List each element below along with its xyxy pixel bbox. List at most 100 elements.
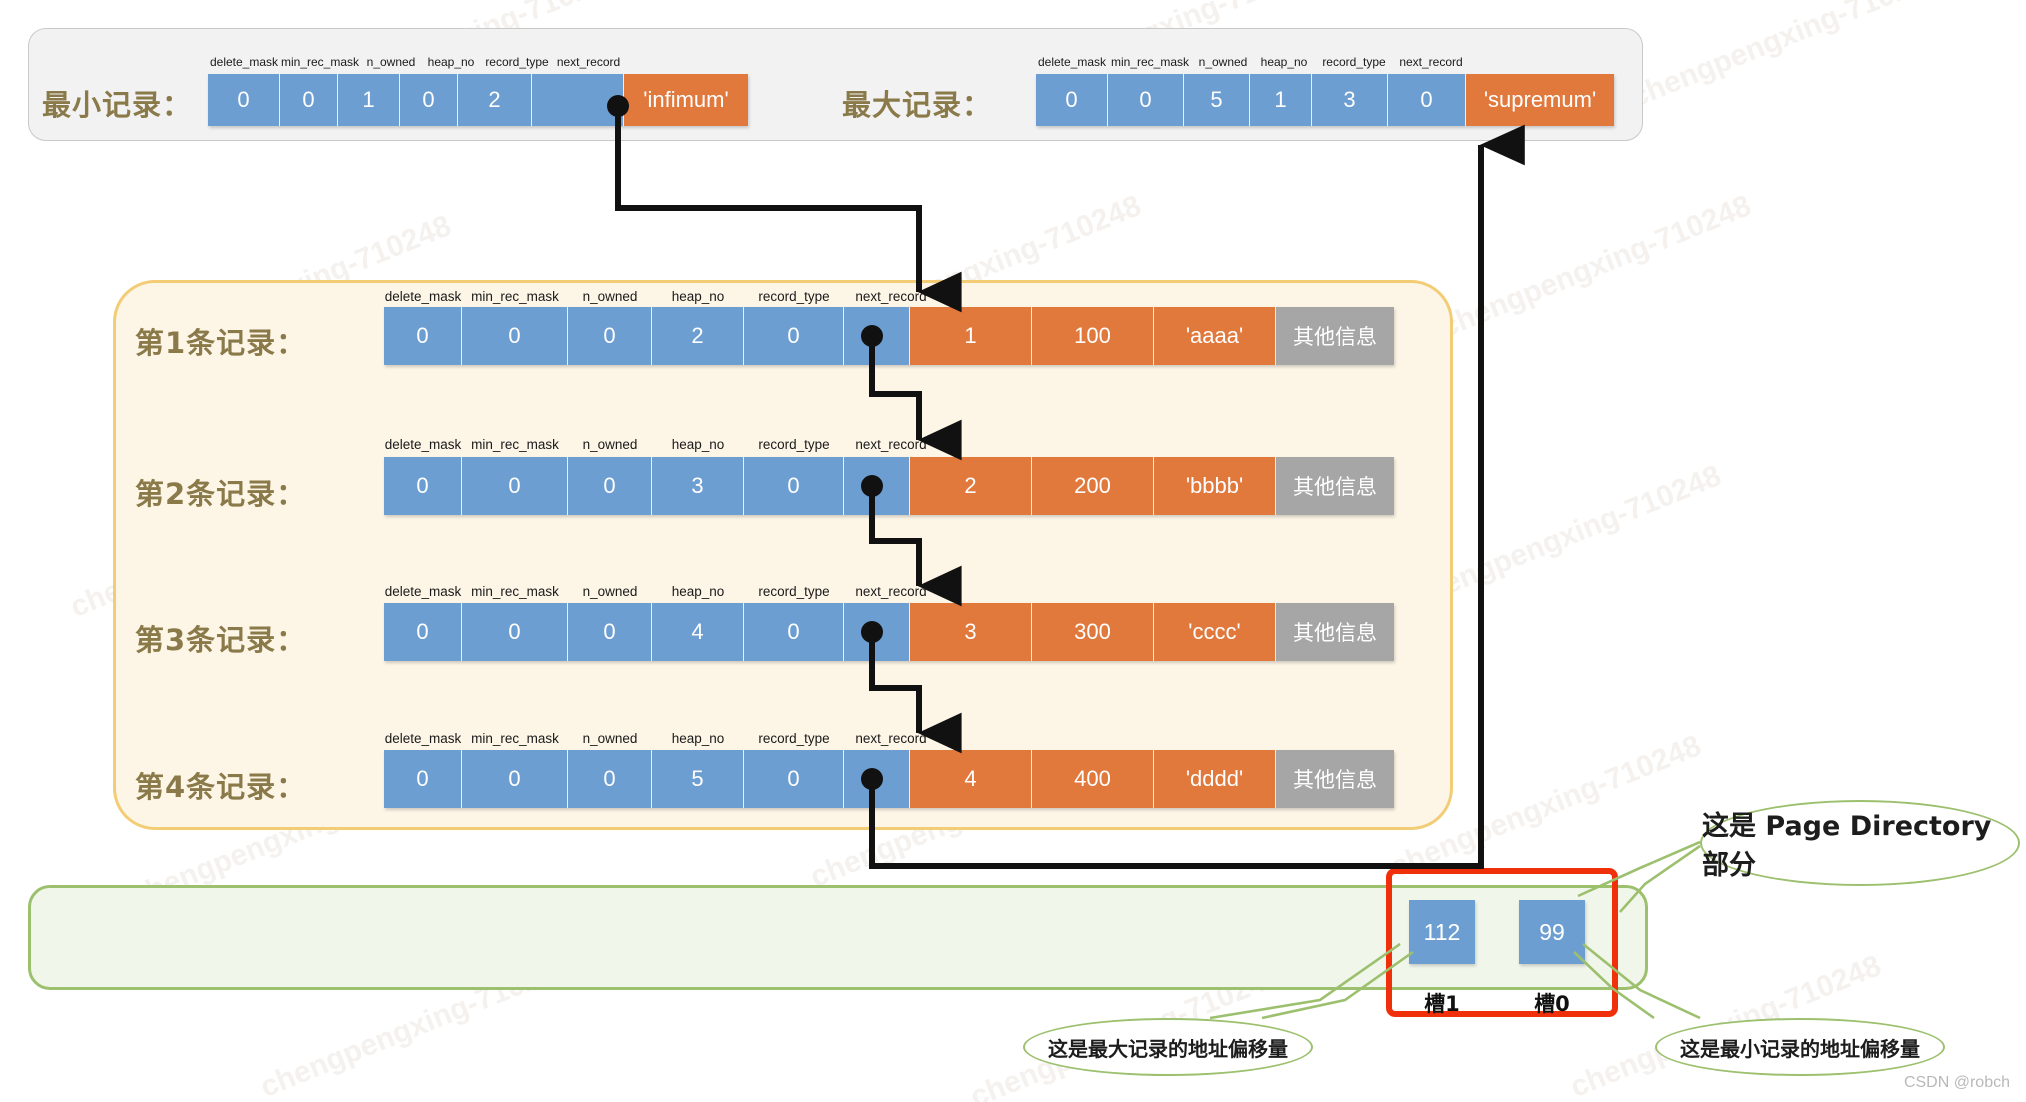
callout-page-directory: 这是 Page Directory部分 — [1700, 800, 2020, 886]
record-4-cell-n-owned: 0 — [568, 750, 652, 808]
record-1-cell-n-owned: 0 — [568, 307, 652, 365]
record-3-row: 0 0 0 4 0 3 300 'cccc' 其他信息 — [384, 603, 1394, 661]
field-header-min-rec-mask: min_rec_mask — [280, 53, 360, 71]
record-4-cell-col3: 'dddd' — [1154, 750, 1276, 808]
record-3-cell-other: 其他信息 — [1276, 603, 1394, 661]
record-3-cell-record-type: 0 — [744, 603, 844, 661]
record-3-cell-n-owned: 0 — [568, 603, 652, 661]
field-header-next-record: next_record — [844, 287, 938, 305]
field-header-record-type: record_type — [744, 729, 844, 747]
record-4-cell-delete-mask: 0 — [384, 750, 462, 808]
field-header-heap-no: heap_no — [652, 287, 744, 305]
field-header-record-type: record_type — [744, 287, 844, 305]
infimum-cell-heap-no: 0 — [400, 74, 458, 126]
field-header-record-type: record_type — [1314, 53, 1394, 71]
infimum-row-label: 最小记录： — [42, 82, 192, 124]
supremum-cell-next-record: 0 — [1388, 74, 1466, 126]
field-header-n-owned: n_owned — [568, 729, 652, 747]
watermark: chengpengxing-710248 — [1406, 459, 1726, 615]
record-4-cell-other: 其他信息 — [1276, 750, 1394, 808]
field-header-n-owned: n_owned — [1192, 53, 1254, 71]
field-header-heap-no: heap_no — [652, 435, 744, 453]
record-2-cell-col3: 'bbbb' — [1154, 457, 1276, 515]
callout-min-record-offset: 这是最小记录的地址偏移量 — [1655, 1018, 1945, 1076]
field-header-min-rec-mask: min_rec_mask — [462, 582, 568, 600]
record-1-cell-col3: 'aaaa' — [1154, 307, 1276, 365]
field-header-record-type: record_type — [480, 53, 554, 71]
record-3-cell-delete-mask: 0 — [384, 603, 462, 661]
record-2-label: 第2条记录： — [135, 471, 306, 513]
supremum-record-row: 0 0 5 1 3 0 'supremum' — [1036, 74, 1614, 126]
infimum-cell-delete-mask: 0 — [208, 74, 280, 126]
supremum-cell-min-rec-mask: 0 — [1108, 74, 1184, 126]
field-header-next-record: next_record — [554, 53, 623, 71]
supremum-cell-delete-mask: 0 — [1036, 74, 1108, 126]
record-1-cell-delete-mask: 0 — [384, 307, 462, 365]
page-directory-slot-1-label: 槽1 — [1409, 988, 1475, 1018]
record-1-row: 0 0 0 2 0 1 100 'aaaa' 其他信息 — [384, 307, 1394, 365]
record-4-cell-next-record — [844, 750, 910, 808]
record-3-field-headers: delete_mask min_rec_mask n_owned heap_no… — [384, 582, 938, 600]
record-4-row: 0 0 0 5 0 4 400 'dddd' 其他信息 — [384, 750, 1394, 808]
field-header-delete-mask: delete_mask — [1036, 53, 1108, 71]
page-directory-slot-0: 99 — [1519, 900, 1585, 964]
page-directory-slot-0-label: 槽0 — [1519, 988, 1585, 1018]
record-2-cell-delete-mask: 0 — [384, 457, 462, 515]
field-header-heap-no: heap_no — [1254, 53, 1314, 71]
record-2-cell-n-owned: 0 — [568, 457, 652, 515]
record-2-cell-heap-no: 3 — [652, 457, 744, 515]
record-4-cell-min-rec-mask: 0 — [462, 750, 568, 808]
record-4-cell-heap-no: 5 — [652, 750, 744, 808]
infimum-cell-n-owned: 1 — [338, 74, 400, 126]
field-header-next-record: next_record — [1394, 53, 1468, 71]
field-header-n-owned: n_owned — [568, 287, 652, 305]
field-header-heap-no: heap_no — [652, 729, 744, 747]
record-4-cell-record-type: 0 — [744, 750, 844, 808]
record-1-cell-heap-no: 2 — [652, 307, 744, 365]
field-header-next-record: next_record — [844, 435, 938, 453]
field-header-n-owned: n_owned — [568, 582, 652, 600]
field-header-heap-no: heap_no — [422, 53, 480, 71]
record-2-cell-col1: 2 — [910, 457, 1032, 515]
record-3-cell-heap-no: 4 — [652, 603, 744, 661]
diagram-canvas: chengpengxing-710248 chengpengxing-71024… — [0, 0, 2026, 1102]
supremum-row-label: 最大记录： — [842, 82, 992, 124]
supremum-cell-name: 'supremum' — [1466, 74, 1614, 126]
field-header-next-record: next_record — [844, 729, 938, 747]
infimum-cell-min-rec-mask: 0 — [280, 74, 338, 126]
watermark: chengpengxing-710248 — [1626, 0, 1946, 115]
page-directory-slot-1: 112 — [1409, 900, 1475, 964]
supremum-cell-heap-no: 1 — [1250, 74, 1312, 126]
supremum-cell-n-owned: 5 — [1184, 74, 1250, 126]
infimum-cell-record-type: 2 — [458, 74, 532, 126]
field-header-next-record: next_record — [844, 582, 938, 600]
record-4-cell-col1: 4 — [910, 750, 1032, 808]
record-1-cell-col1: 1 — [910, 307, 1032, 365]
record-4-field-headers: delete_mask min_rec_mask n_owned heap_no… — [384, 729, 938, 747]
field-header-min-rec-mask: min_rec_mask — [462, 287, 568, 305]
field-header-delete-mask: delete_mask — [384, 287, 462, 305]
field-header-record-type: record_type — [744, 582, 844, 600]
record-1-cell-col2: 100 — [1032, 307, 1154, 365]
field-header-delete-mask: delete_mask — [384, 582, 462, 600]
record-3-cell-col3: 'cccc' — [1154, 603, 1276, 661]
record-3-label: 第3条记录： — [135, 617, 306, 659]
field-header-delete-mask: delete_mask — [384, 729, 462, 747]
record-2-cell-next-record — [844, 457, 910, 515]
record-3-cell-col1: 3 — [910, 603, 1032, 661]
field-header-min-rec-mask: min_rec_mask — [1108, 53, 1192, 71]
record-1-label: 第1条记录： — [135, 320, 306, 362]
supremum-cell-record-type: 3 — [1312, 74, 1388, 126]
record-2-cell-min-rec-mask: 0 — [462, 457, 568, 515]
field-header-delete-mask: delete_mask — [208, 53, 280, 71]
watermark: chengpengxing-710248 — [1436, 189, 1756, 345]
record-3-cell-min-rec-mask: 0 — [462, 603, 568, 661]
field-header-min-rec-mask: min_rec_mask — [462, 729, 568, 747]
record-4-label: 第4条记录： — [135, 764, 306, 806]
record-3-cell-col2: 300 — [1032, 603, 1154, 661]
record-2-row: 0 0 0 3 0 2 200 'bbbb' 其他信息 — [384, 457, 1394, 515]
infimum-field-headers: delete_mask min_rec_mask n_owned heap_no… — [208, 53, 623, 71]
record-3-cell-next-record — [844, 603, 910, 661]
record-1-cell-next-record — [844, 307, 910, 365]
field-header-record-type: record_type — [744, 435, 844, 453]
